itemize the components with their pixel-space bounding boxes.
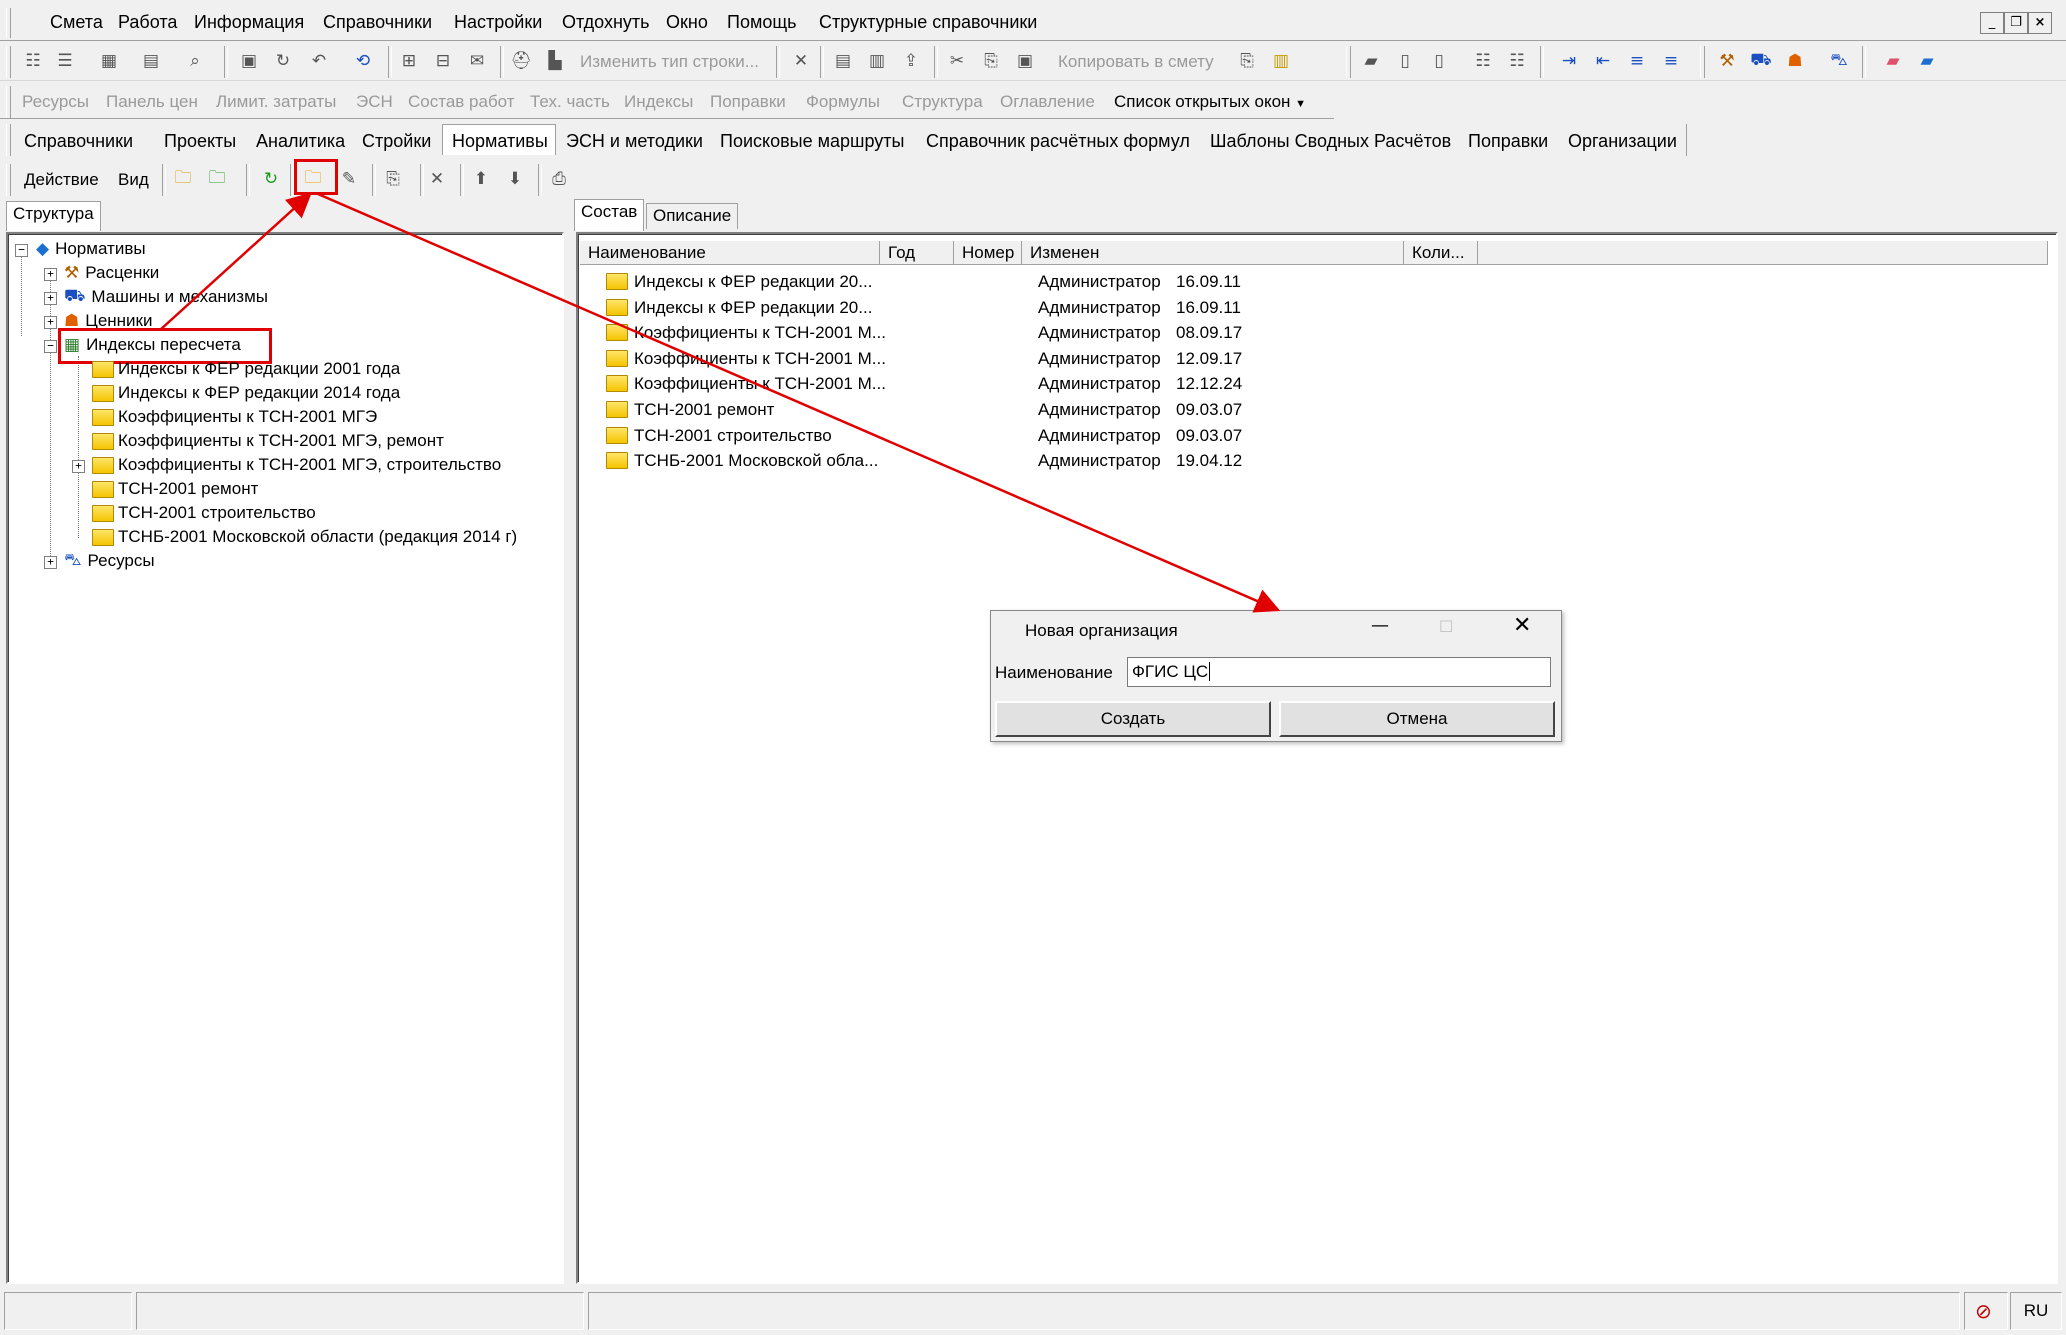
arrow-button-to-dialog <box>317 192 1281 613</box>
arrow-tree-to-button <box>159 192 312 331</box>
status-cell-3 <box>588 1292 1960 1330</box>
annotation-arrows <box>159 192 1281 613</box>
status-cell-1 <box>4 1292 132 1330</box>
no-network-icon: ⊘ <box>1975 1299 1992 1323</box>
status-cell-2 <box>136 1292 584 1330</box>
language-indicator[interactable]: RU <box>2010 1292 2062 1330</box>
status-cell-net: ⊘ <box>1964 1292 2008 1330</box>
